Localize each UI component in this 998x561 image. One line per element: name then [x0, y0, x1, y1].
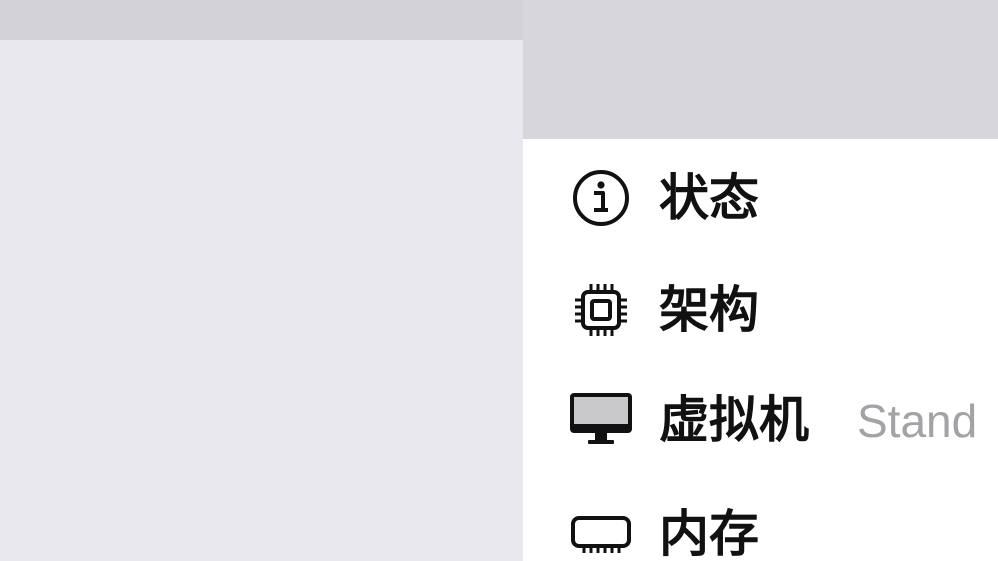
- memory-module-icon: [569, 502, 633, 561]
- menu-item-label: 内存: [659, 505, 759, 561]
- left-pane: [0, 0, 523, 561]
- menu-item-label: 架构: [659, 281, 759, 339]
- menu-item-detail: Stand: [857, 395, 978, 447]
- menu-item-label: 状态: [659, 169, 759, 227]
- left-toolbar: [0, 0, 523, 40]
- monitor-icon: [569, 388, 633, 452]
- settings-panel: 状态 架构 虚拟机 Stand 内存: [523, 0, 998, 561]
- cpu-chip-icon: [569, 278, 633, 342]
- menu-item-virtual-machine[interactable]: 虚拟机 Stand: [523, 363, 998, 475]
- menu-item-label: 虚拟机: [659, 391, 809, 449]
- menu-item-status[interactable]: 状态: [523, 139, 998, 251]
- menu-item-architecture[interactable]: 架构: [523, 251, 998, 363]
- info-circle-icon: [569, 166, 633, 230]
- menu-item-memory[interactable]: 内存: [523, 475, 998, 561]
- settings-header: [523, 0, 998, 139]
